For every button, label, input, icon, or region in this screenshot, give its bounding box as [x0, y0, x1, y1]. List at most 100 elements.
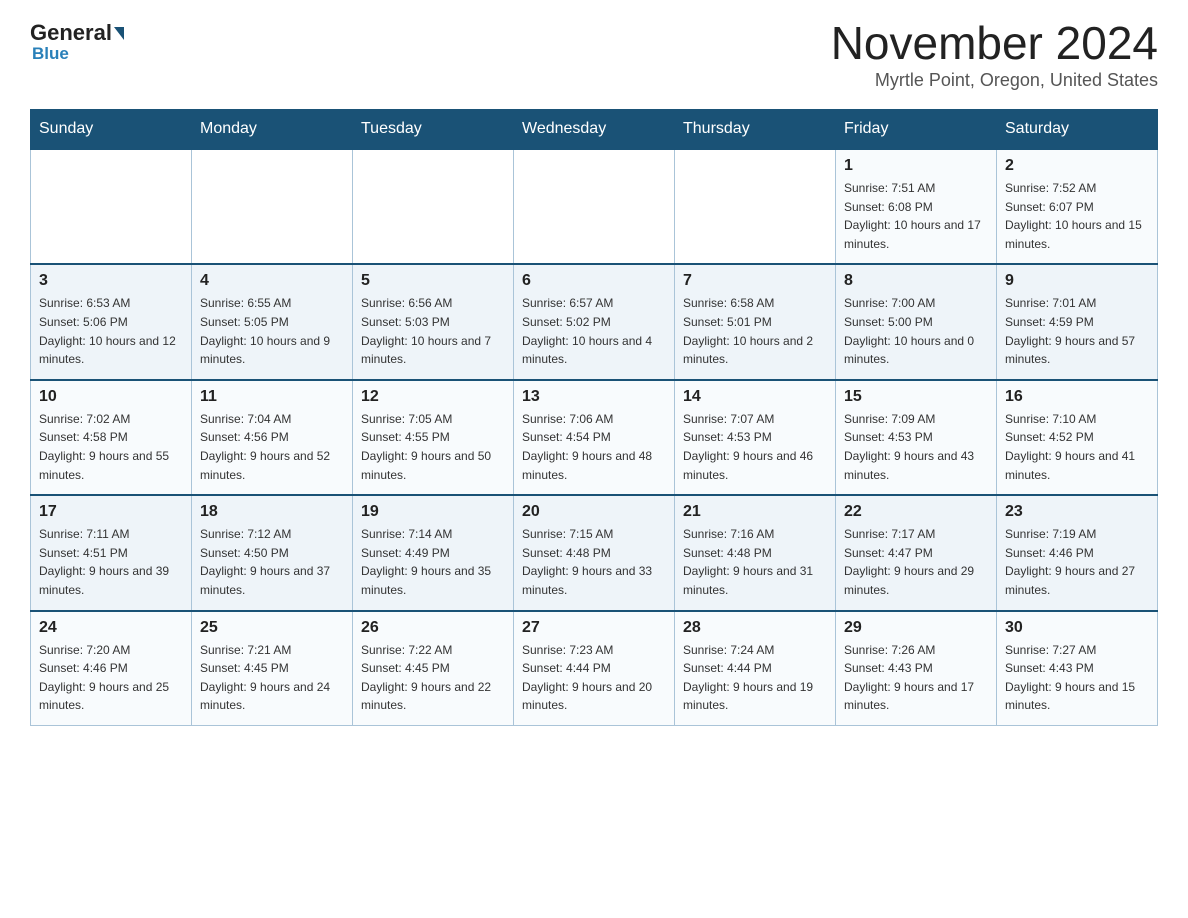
calendar-cell: 10 Sunrise: 7:02 AMSunset: 4:58 PMDayligh… [31, 380, 192, 495]
logo: General Blue [30, 20, 126, 64]
day-number: 29 [844, 619, 988, 637]
calendar-cell: 29 Sunrise: 7:26 AMSunset: 4:43 PMDayligh… [836, 611, 997, 726]
calendar-col-thursday: Thursday [675, 110, 836, 150]
day-info: Sunrise: 7:22 AMSunset: 4:45 PMDaylight:… [361, 641, 505, 715]
day-number: 21 [683, 503, 827, 521]
day-number: 15 [844, 388, 988, 406]
calendar-cell: 5 Sunrise: 6:56 AMSunset: 5:03 PMDaylight… [353, 264, 514, 379]
day-info: Sunrise: 7:02 AMSunset: 4:58 PMDaylight:… [39, 410, 183, 484]
day-number: 30 [1005, 619, 1149, 637]
calendar-cell: 2 Sunrise: 7:52 AMSunset: 6:07 PMDaylight… [997, 149, 1158, 264]
day-info: Sunrise: 6:56 AMSunset: 5:03 PMDaylight:… [361, 294, 505, 368]
calendar-cell: 20 Sunrise: 7:15 AMSunset: 4:48 PMDayligh… [514, 495, 675, 610]
calendar-header-row: SundayMondayTuesdayWednesdayThursdayFrid… [31, 110, 1158, 150]
calendar-cell: 3Sunrise: 6:53 AMSunset: 5:06 PMDaylight… [31, 264, 192, 379]
day-info: Sunrise: 7:27 AMSunset: 4:43 PMDaylight:… [1005, 641, 1149, 715]
calendar-col-saturday: Saturday [997, 110, 1158, 150]
calendar-cell: 23 Sunrise: 7:19 AMSunset: 4:46 PMDayligh… [997, 495, 1158, 610]
day-info: Sunrise: 6:58 AMSunset: 5:01 PMDaylight:… [683, 294, 827, 368]
calendar-cell: 4 Sunrise: 6:55 AMSunset: 5:05 PMDaylight… [192, 264, 353, 379]
calendar-cell [192, 149, 353, 264]
day-info: Sunrise: 7:12 AMSunset: 4:50 PMDaylight:… [200, 525, 344, 599]
day-info: Sunrise: 6:55 AMSunset: 5:05 PMDaylight:… [200, 294, 344, 368]
day-number: 13 [522, 388, 666, 406]
calendar-col-monday: Monday [192, 110, 353, 150]
calendar-cell: 18 Sunrise: 7:12 AMSunset: 4:50 PMDayligh… [192, 495, 353, 610]
day-number: 7 [683, 272, 827, 290]
location-subtitle: Myrtle Point, Oregon, United States [831, 70, 1158, 91]
day-number: 4 [200, 272, 344, 290]
calendar-cell: 1 Sunrise: 7:51 AMSunset: 6:08 PMDaylight… [836, 149, 997, 264]
calendar-cell: 21 Sunrise: 7:16 AMSunset: 4:48 PMDayligh… [675, 495, 836, 610]
day-info: Sunrise: 7:09 AMSunset: 4:53 PMDaylight:… [844, 410, 988, 484]
calendar-cell: 7 Sunrise: 6:58 AMSunset: 5:01 PMDaylight… [675, 264, 836, 379]
day-info: Sunrise: 7:23 AMSunset: 4:44 PMDaylight:… [522, 641, 666, 715]
day-info: Sunrise: 7:24 AMSunset: 4:44 PMDaylight:… [683, 641, 827, 715]
day-number: 5 [361, 272, 505, 290]
day-number: 11 [200, 388, 344, 406]
calendar-cell: 14Sunrise: 7:07 AMSunset: 4:53 PMDayligh… [675, 380, 836, 495]
calendar-week-row: 1 Sunrise: 7:51 AMSunset: 6:08 PMDaylight… [31, 149, 1158, 264]
calendar-col-tuesday: Tuesday [353, 110, 514, 150]
page-header: General Blue November 2024 Myrtle Point,… [30, 20, 1158, 91]
day-number: 22 [844, 503, 988, 521]
day-info: Sunrise: 7:19 AMSunset: 4:46 PMDaylight:… [1005, 525, 1149, 599]
day-number: 10 [39, 388, 183, 406]
calendar-table: SundayMondayTuesdayWednesdayThursdayFrid… [30, 109, 1158, 726]
calendar-cell [31, 149, 192, 264]
day-info: Sunrise: 7:15 AMSunset: 4:48 PMDaylight:… [522, 525, 666, 599]
day-info: Sunrise: 7:00 AMSunset: 5:00 PMDaylight:… [844, 294, 988, 368]
month-title: November 2024 [831, 20, 1158, 66]
day-number: 18 [200, 503, 344, 521]
calendar-cell: 26 Sunrise: 7:22 AMSunset: 4:45 PMDayligh… [353, 611, 514, 726]
day-number: 24 [39, 619, 183, 637]
day-info: Sunrise: 6:57 AMSunset: 5:02 PMDaylight:… [522, 294, 666, 368]
day-number: 28 [683, 619, 827, 637]
day-info: Sunrise: 7:52 AMSunset: 6:07 PMDaylight:… [1005, 179, 1149, 253]
day-number: 2 [1005, 157, 1149, 175]
calendar-week-row: 10 Sunrise: 7:02 AMSunset: 4:58 PMDayligh… [31, 380, 1158, 495]
calendar-cell: 8 Sunrise: 7:00 AMSunset: 5:00 PMDaylight… [836, 264, 997, 379]
day-number: 27 [522, 619, 666, 637]
day-number: 9 [1005, 272, 1149, 290]
calendar-week-row: 3Sunrise: 6:53 AMSunset: 5:06 PMDaylight… [31, 264, 1158, 379]
calendar-cell: 9 Sunrise: 7:01 AMSunset: 4:59 PMDaylight… [997, 264, 1158, 379]
day-info: Sunrise: 7:01 AMSunset: 4:59 PMDaylight:… [1005, 294, 1149, 368]
day-number: 1 [844, 157, 988, 175]
day-info: Sunrise: 7:16 AMSunset: 4:48 PMDaylight:… [683, 525, 827, 599]
calendar-week-row: 24 Sunrise: 7:20 AMSunset: 4:46 PMDayligh… [31, 611, 1158, 726]
day-number: 17 [39, 503, 183, 521]
day-info: Sunrise: 7:51 AMSunset: 6:08 PMDaylight:… [844, 179, 988, 253]
day-info: Sunrise: 7:06 AMSunset: 4:54 PMDaylight:… [522, 410, 666, 484]
calendar-cell: 28 Sunrise: 7:24 AMSunset: 4:44 PMDayligh… [675, 611, 836, 726]
day-info: Sunrise: 7:14 AMSunset: 4:49 PMDaylight:… [361, 525, 505, 599]
day-info: Sunrise: 7:26 AMSunset: 4:43 PMDaylight:… [844, 641, 988, 715]
day-number: 6 [522, 272, 666, 290]
day-number: 20 [522, 503, 666, 521]
day-info: Sunrise: 7:21 AMSunset: 4:45 PMDaylight:… [200, 641, 344, 715]
day-number: 8 [844, 272, 988, 290]
calendar-cell: 11Sunrise: 7:04 AMSunset: 4:56 PMDayligh… [192, 380, 353, 495]
calendar-cell: 30 Sunrise: 7:27 AMSunset: 4:43 PMDayligh… [997, 611, 1158, 726]
day-number: 19 [361, 503, 505, 521]
calendar-cell: 6 Sunrise: 6:57 AMSunset: 5:02 PMDaylight… [514, 264, 675, 379]
day-info: Sunrise: 6:53 AMSunset: 5:06 PMDaylight:… [39, 294, 183, 368]
day-number: 26 [361, 619, 505, 637]
day-number: 16 [1005, 388, 1149, 406]
title-block: November 2024 Myrtle Point, Oregon, Unit… [831, 20, 1158, 91]
calendar-cell: 12 Sunrise: 7:05 AMSunset: 4:55 PMDayligh… [353, 380, 514, 495]
logo-arrow-icon [114, 27, 124, 40]
logo-blue-text: Blue [30, 44, 69, 64]
calendar-week-row: 17Sunrise: 7:11 AMSunset: 4:51 PMDayligh… [31, 495, 1158, 610]
day-info: Sunrise: 7:07 AMSunset: 4:53 PMDaylight:… [683, 410, 827, 484]
logo-general-text: General [30, 20, 112, 46]
day-number: 12 [361, 388, 505, 406]
day-info: Sunrise: 7:20 AMSunset: 4:46 PMDaylight:… [39, 641, 183, 715]
calendar-cell: 13 Sunrise: 7:06 AMSunset: 4:54 PMDayligh… [514, 380, 675, 495]
day-number: 23 [1005, 503, 1149, 521]
day-info: Sunrise: 7:05 AMSunset: 4:55 PMDaylight:… [361, 410, 505, 484]
calendar-cell: 25 Sunrise: 7:21 AMSunset: 4:45 PMDayligh… [192, 611, 353, 726]
calendar-cell: 22Sunrise: 7:17 AMSunset: 4:47 PMDayligh… [836, 495, 997, 610]
calendar-col-wednesday: Wednesday [514, 110, 675, 150]
day-number: 25 [200, 619, 344, 637]
